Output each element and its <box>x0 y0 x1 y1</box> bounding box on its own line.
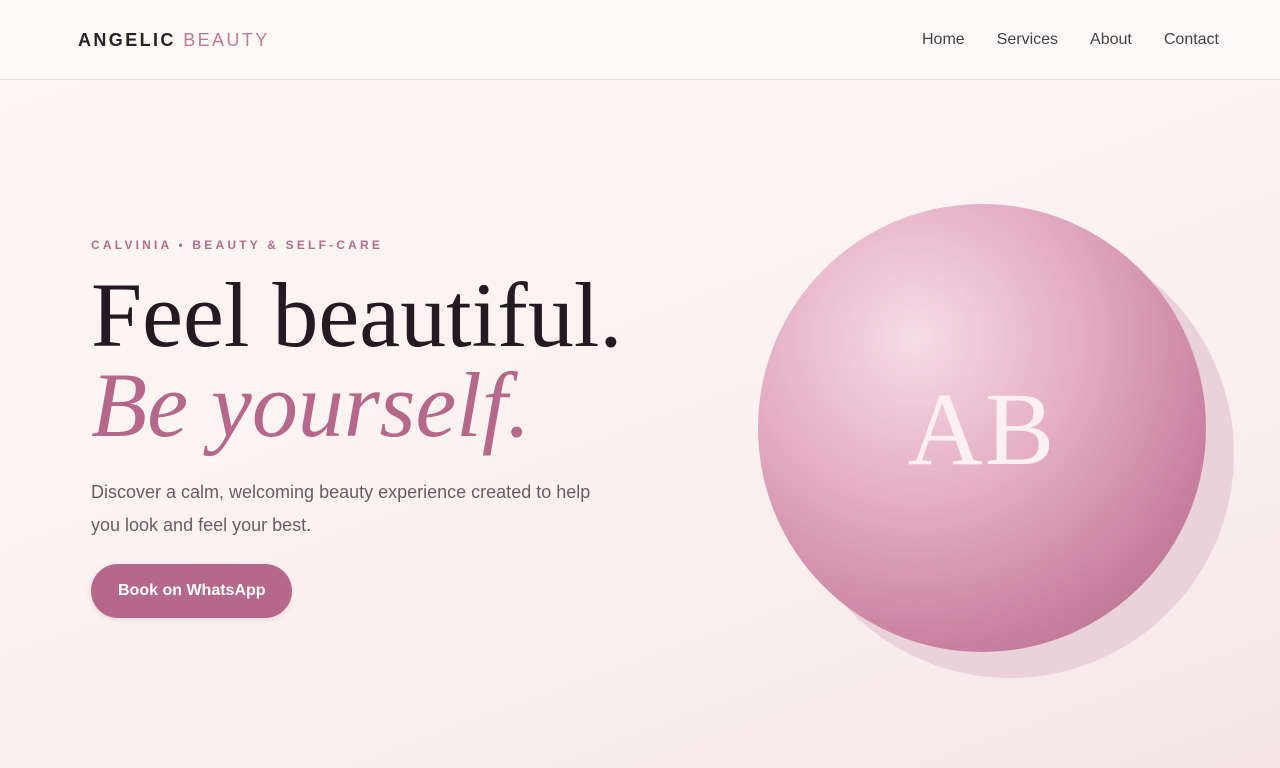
nav-link-about[interactable]: About <box>1090 30 1132 50</box>
hero-description: Discover a calm, welcoming beauty experi… <box>91 482 591 535</box>
nav-link-home[interactable]: Home <box>922 30 965 50</box>
nav-link-services[interactable]: Services <box>997 30 1058 50</box>
hero-eyebrow: CALVINIA • BEAUTY & SELF-CARE <box>91 238 384 252</box>
nav-link-contact[interactable]: Contact <box>1164 30 1219 50</box>
main-nav: Home Services About Contact <box>922 30 1219 50</box>
brand-name-primary: ANGELIC <box>78 30 176 50</box>
brand-logo[interactable]: ANGELIC BEAUTY <box>78 29 270 51</box>
monogram-text: AB <box>907 372 1057 487</box>
brand-name-secondary: BEAUTY <box>183 30 270 50</box>
monogram-circle: AB <box>758 204 1206 652</box>
headline-line-1: Feel beautiful. <box>91 264 623 366</box>
hero-headline: Feel beautiful. Be yourself. <box>91 269 651 456</box>
site-header: ANGELIC BEAUTY Home Services About Conta… <box>0 0 1280 80</box>
hero-section: CALVINIA • BEAUTY & SELF-CARE Feel beaut… <box>91 238 651 618</box>
book-whatsapp-button[interactable]: Book on WhatsApp <box>91 564 292 618</box>
headline-line-2: Be yourself. <box>91 354 531 456</box>
